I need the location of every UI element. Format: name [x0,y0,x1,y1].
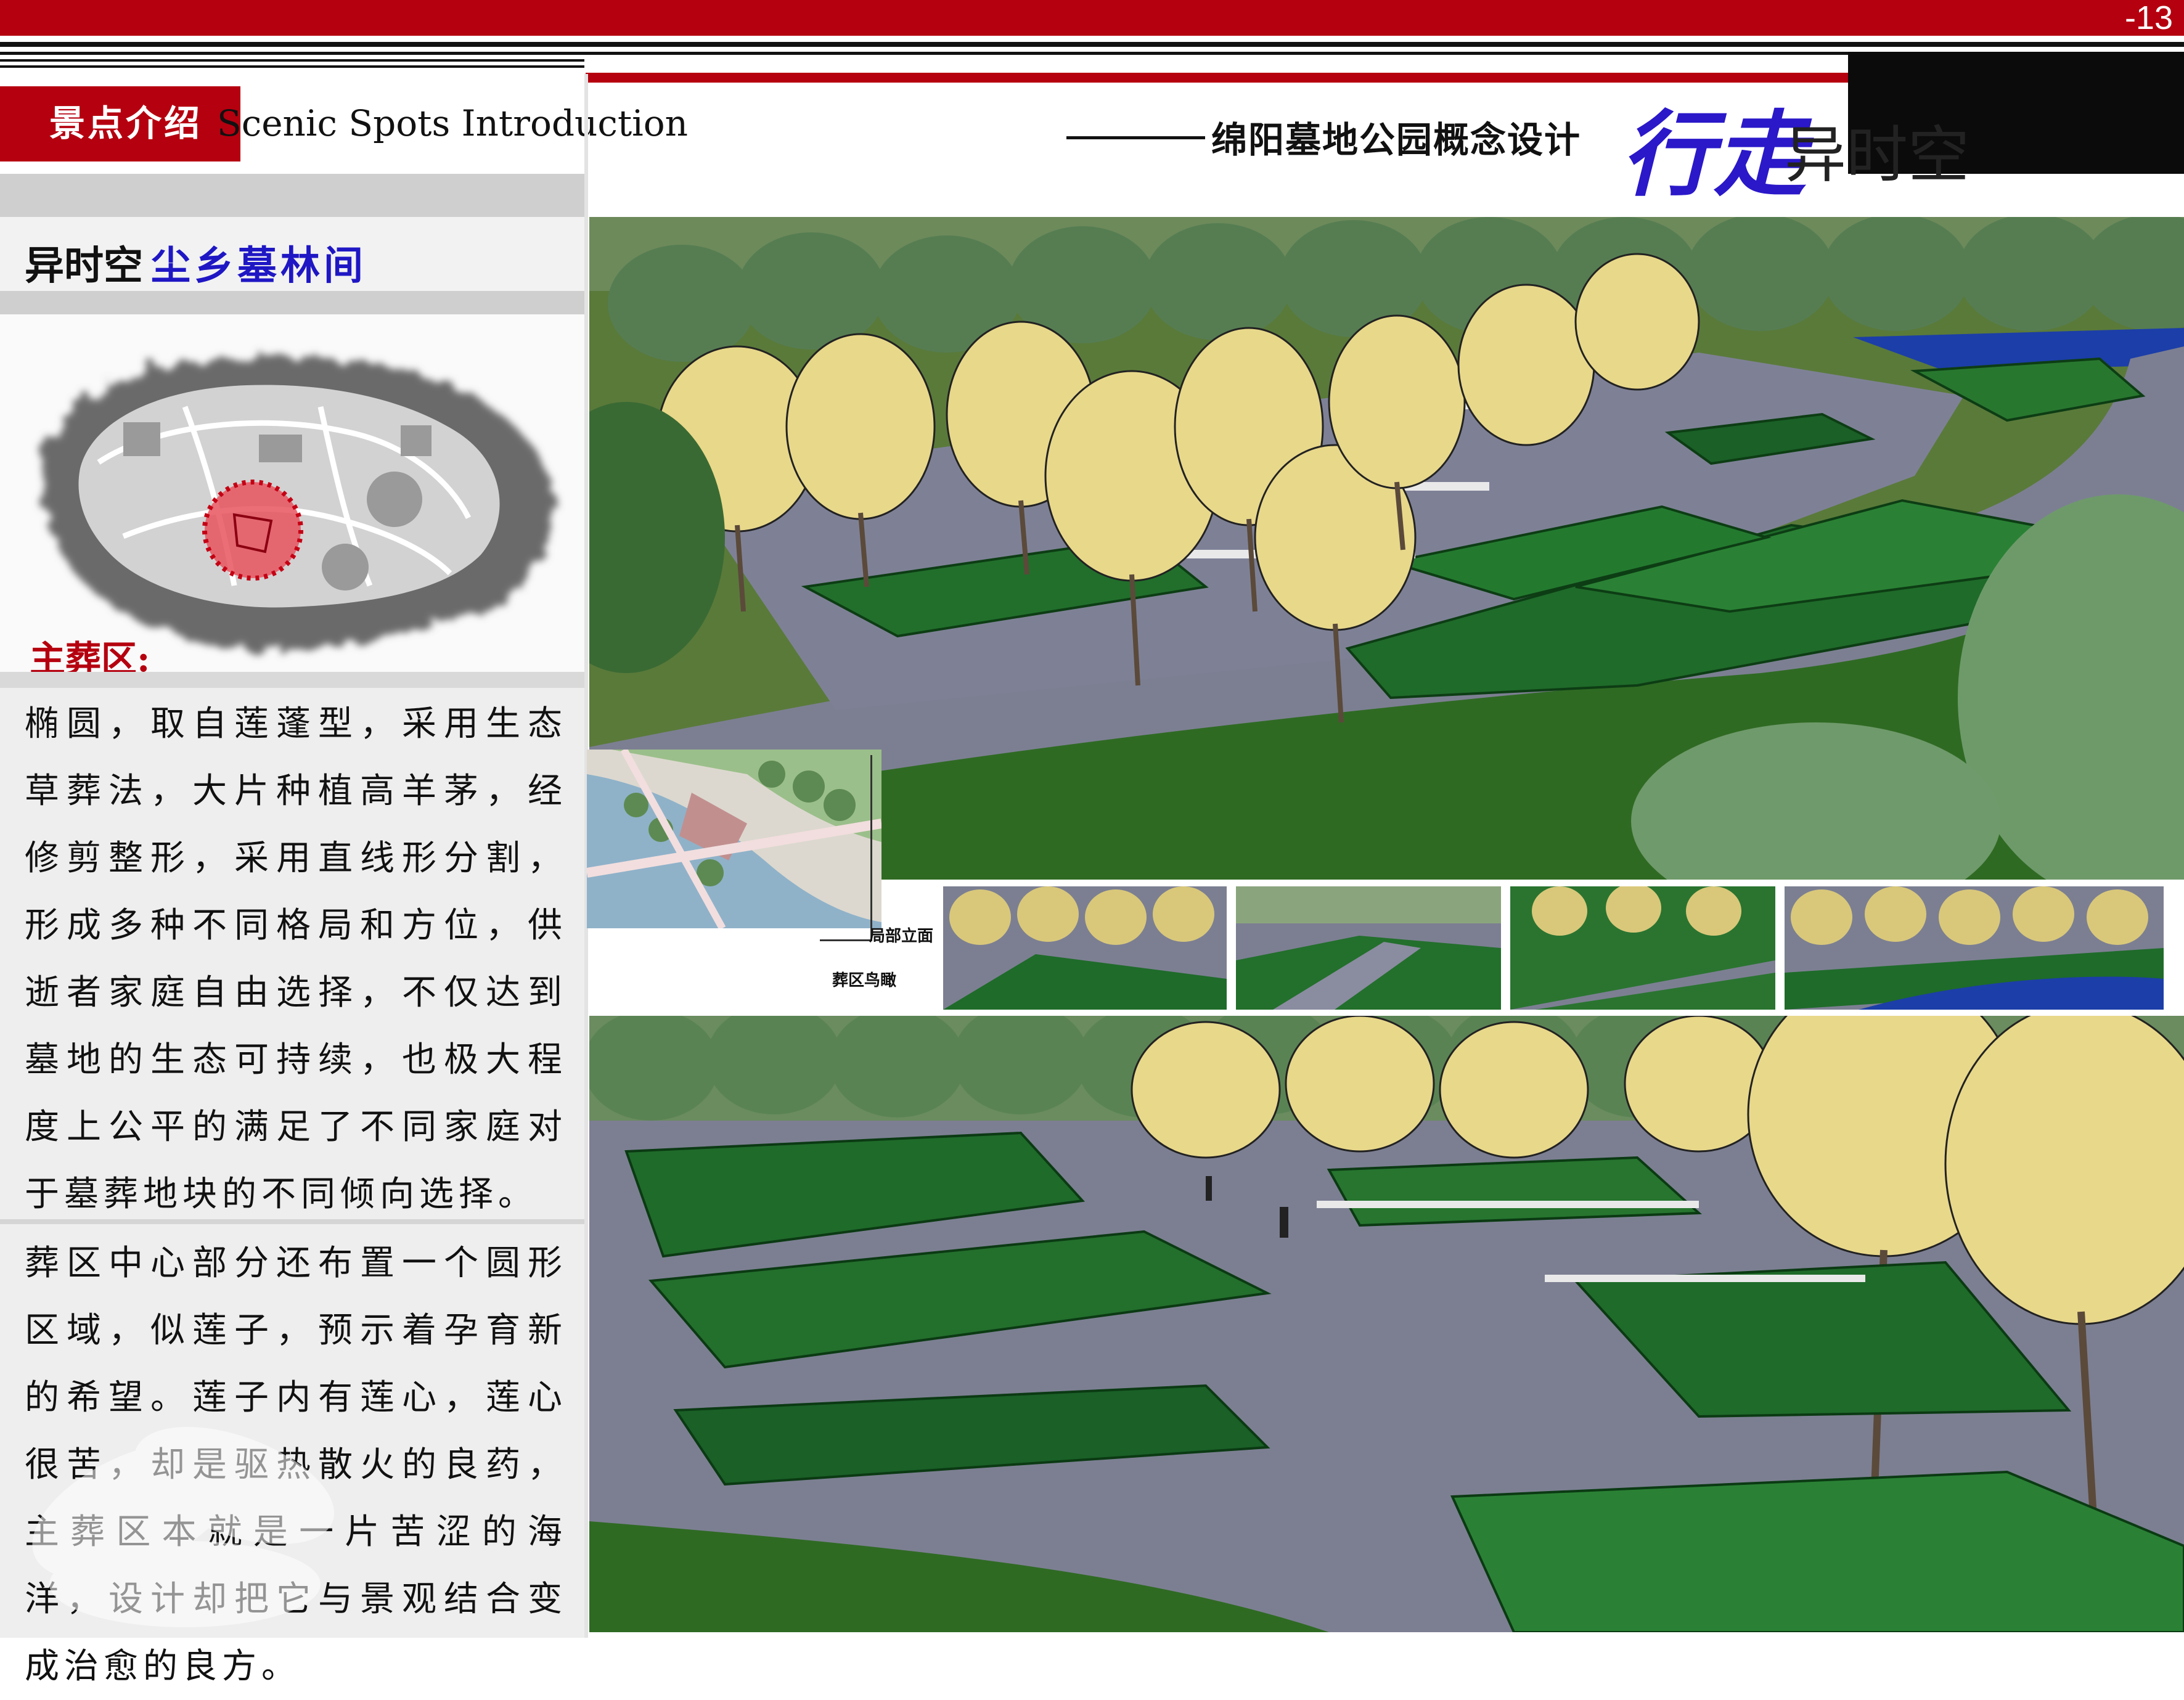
aerial-view-inset [587,750,881,928]
inset-leader-horizontal [820,939,872,941]
thumbnail-3 [1510,886,1775,1010]
site-plan-drawing [43,356,555,650]
top-banner [0,0,2184,36]
section-title-en: Scenic Spots Introduction [217,102,688,144]
top-rule [0,42,2184,47]
thumbnail-2 [1236,886,1501,1010]
paragraph-separator [0,1219,584,1224]
left-strip-top [0,174,584,217]
park-render-secondary [589,1016,2184,1632]
label-local-elevation: 局部立面 [869,927,934,946]
inset-leader-vertical [870,755,872,940]
subtitle-dash [1066,136,1205,139]
site-plan-thumbnail [0,314,584,672]
top-rule-left-2 [0,65,584,68]
spot-title-name: 尘乡墓林间 [151,243,367,289]
section-title-cn: 景点介绍 [49,102,203,144]
lotus-watermark [32,1426,335,1627]
thumbnail-4 [1785,886,2164,1010]
left-strip-3 [0,672,584,688]
top-rule-left-1 [0,59,584,62]
brand-title-spacetime: 异时空 [1785,119,1969,191]
left-strip-2 [0,291,584,314]
thumbnail-1 [943,886,1227,1010]
project-subtitle: 绵阳墓地公园概念设计 [1211,119,1582,161]
label-burial-aerial: 葬区鸟瞰 [832,971,897,990]
spot-title-prefix: 异时空 [25,243,143,289]
top-rule-thin [0,52,1848,55]
brand-title-walk: 行走 [1621,100,1807,209]
page-number: -13 [2124,0,2173,36]
description-paragraph-1: 椭圆，取自莲蓬型，采用生态草葬法，大片种植高羊茅，经修剪整形，采用直线形分割，形… [25,704,567,1214]
